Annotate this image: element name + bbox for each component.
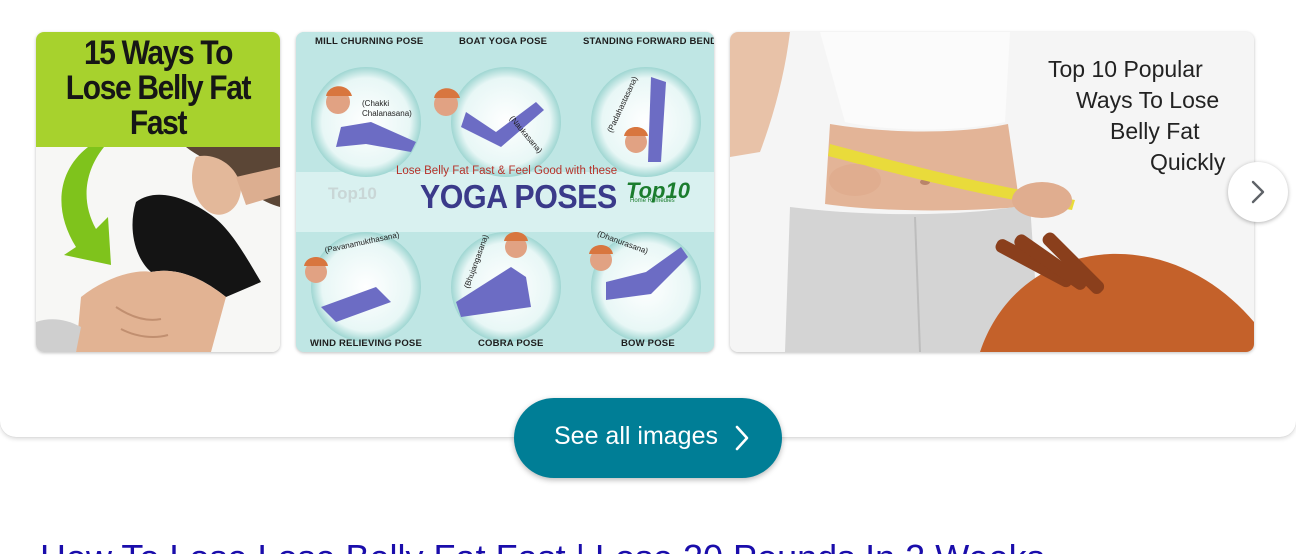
thumbnail-title-line-2: Lose Belly Fat: [65, 69, 252, 107]
thumbnail-banner: 15 Ways To Lose Belly Fat Fast: [36, 32, 280, 147]
image-thumbnail-2[interactable]: MILL CHURNING POSE BOAT YOGA POSE STANDI…: [296, 32, 714, 352]
chevron-right-icon: [1251, 180, 1265, 204]
pose-label: COBRA POSE: [478, 338, 544, 349]
pose-label: BOW POSE: [621, 338, 675, 349]
thumbnail-title-line-3: Fast: [129, 104, 188, 142]
caption-line-3: Belly Fat: [1110, 118, 1200, 144]
pose-label: BOAT YOGA POSE: [459, 36, 548, 47]
chevron-right-icon: [735, 425, 749, 451]
pose-label: WIND RELIEVING POSE: [310, 338, 423, 349]
yoga-headline: YOGA POSES: [420, 178, 617, 215]
caption-line-1: Top 10 Popular: [1048, 56, 1203, 82]
search-result-title-link[interactable]: How To Lose Lose Belly Fat Fast | Lose 2…: [40, 538, 1045, 554]
see-all-images-label: See all images: [554, 422, 718, 450]
caption-line-4: Quickly: [1150, 149, 1226, 175]
page: 15 Ways To Lose Belly Fat Fast MILL CHUR…: [0, 0, 1296, 554]
yoga-subtitle: Lose Belly Fat Fast & Feel Good with the…: [396, 165, 618, 177]
woman-stretching-photo: [36, 147, 280, 352]
pose-label: STANDING FORWARD BEND: [583, 36, 714, 47]
pose-label: MILL CHURNING POSE: [315, 36, 424, 47]
caption-line-2: Ways To Lose: [1076, 87, 1220, 113]
see-all-images-button[interactable]: See all images: [514, 398, 782, 478]
sanskrit-name: Chalanasana): [362, 109, 412, 118]
brand-logo-subtitle: Home Remedies: [630, 198, 675, 204]
thumbnail-caption: Top 10 Popular Ways To Lose Belly Fat Qu…: [1048, 54, 1248, 178]
watermark-logo: Top10: [328, 184, 377, 203]
image-thumbnail-1[interactable]: 15 Ways To Lose Belly Fat Fast: [36, 32, 280, 352]
thumbnail-title-line-1: 15 Ways To: [83, 34, 233, 72]
image-thumbnail-3[interactable]: Top 10 Popular Ways To Lose Belly Fat Qu…: [730, 32, 1254, 352]
carousel-next-button[interactable]: [1228, 162, 1288, 222]
sanskrit-name: (Chakki: [362, 99, 390, 108]
thumbnail-title: 15 Ways To Lose Belly Fat Fast: [51, 36, 266, 141]
